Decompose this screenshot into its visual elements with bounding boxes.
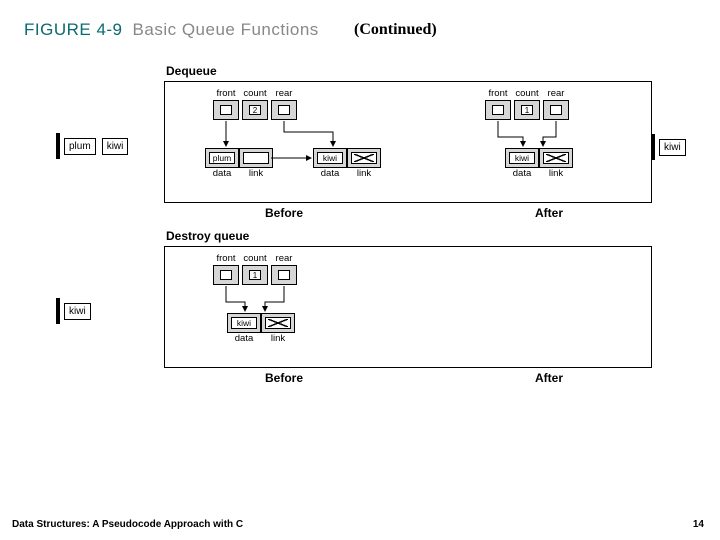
- hdr-count-value: 1: [521, 105, 533, 115]
- section-label-destroy: Destroy queue: [166, 229, 656, 243]
- figure-header: FIGURE 4-9 Basic Queue Functions: [24, 20, 319, 40]
- after-label: After: [535, 206, 563, 220]
- hdr-count-label: count: [515, 88, 538, 99]
- before-label: Before: [265, 206, 303, 220]
- node-link-label: link: [262, 333, 294, 344]
- null-link-icon: [351, 152, 377, 164]
- figure-title: Basic Queue Functions: [133, 20, 319, 40]
- node-link-label: link: [540, 168, 572, 179]
- callout-destroy-kiwi: kiwi: [56, 298, 160, 324]
- callout-plum-label: plum: [64, 138, 96, 155]
- callout-kiwi-right-label: kiwi: [659, 139, 686, 156]
- hdr-rear-label: rear: [276, 88, 293, 99]
- hdr-count-value: 1: [249, 270, 261, 280]
- hdr-count-label: count: [243, 253, 266, 264]
- node-data-kiwi: kiwi: [509, 152, 535, 164]
- dequeue-before-node-plum: plumdata link: [205, 148, 273, 168]
- dequeue-before-header: front count 2 rear: [213, 88, 297, 120]
- node-data-kiwi: kiwi: [231, 317, 257, 329]
- hdr-rear-label: rear: [548, 88, 565, 99]
- hdr-front-label: front: [216, 253, 235, 264]
- destroy-before-header: front count 1 rear: [213, 253, 297, 285]
- dequeue-after-header: front count 1 rear: [485, 88, 569, 120]
- node-data-plum: plum: [209, 152, 235, 164]
- dequeue-panel: kiwi front count2 rear plumdata link kiw…: [164, 81, 652, 203]
- null-link-icon: [265, 317, 291, 329]
- node-data-label: data: [206, 168, 238, 179]
- before-label: Before: [265, 371, 303, 385]
- node-link-label: link: [240, 168, 272, 179]
- callout-kiwi-right: kiwi: [651, 134, 707, 160]
- diagram-area: Dequeue plum kiwi kiwi front count 2 rear…: [56, 62, 656, 368]
- null-link-icon: [543, 152, 569, 164]
- page-number: 14: [693, 519, 704, 530]
- hdr-count-value: 2: [249, 105, 261, 115]
- hdr-rear-label: rear: [276, 253, 293, 264]
- hdr-front-label: front: [488, 88, 507, 99]
- continued-label: (Continued): [354, 21, 437, 39]
- destroy-before-node-kiwi: kiwidata link: [227, 313, 295, 333]
- hdr-count-label: count: [243, 88, 266, 99]
- dequeue-after-node-kiwi: kiwidata link: [505, 148, 573, 168]
- footer-text: Data Structures: A Pseudocode Approach w…: [12, 519, 243, 530]
- node-link-label: link: [348, 168, 380, 179]
- node-data-label: data: [314, 168, 346, 179]
- node-data-label: data: [506, 168, 538, 179]
- destroy-panel: front count1 rear kiwidata link Before A…: [164, 246, 652, 368]
- callout-kiwi-label: kiwi: [102, 138, 129, 155]
- hdr-front-label: front: [216, 88, 235, 99]
- after-label: After: [535, 371, 563, 385]
- figure-label: FIGURE 4-9: [24, 20, 123, 40]
- dequeue-before-node-kiwi: kiwidata link: [313, 148, 381, 168]
- node-data-label: data: [228, 333, 260, 344]
- callout-plum: plum kiwi: [56, 133, 160, 159]
- section-label-dequeue: Dequeue: [166, 64, 656, 78]
- callout-destroy-kiwi-label: kiwi: [64, 303, 91, 320]
- node-data-kiwi: kiwi: [317, 152, 343, 164]
